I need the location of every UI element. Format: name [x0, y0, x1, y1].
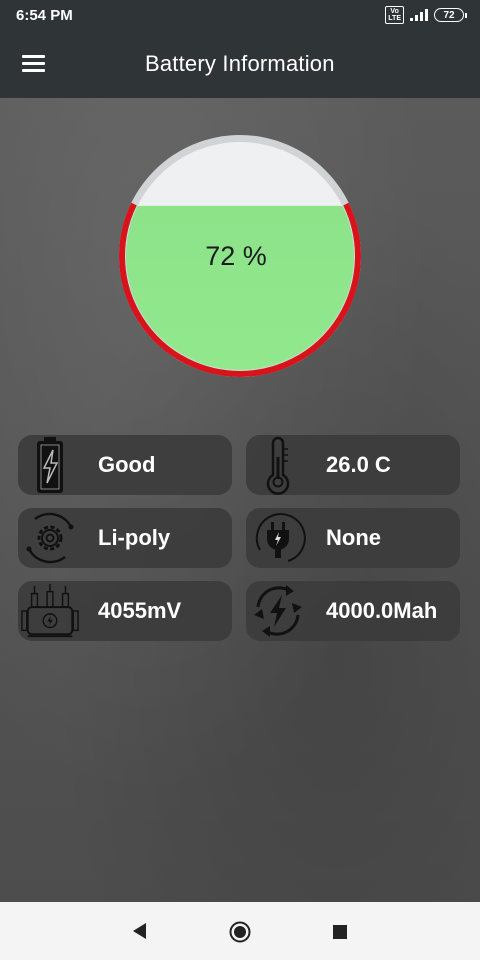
gauge-percent-label: 72 % — [205, 241, 267, 271]
status-time: 6:54 PM — [16, 6, 73, 24]
system-nav-bar — [0, 902, 480, 960]
app-bar: Battery Information — [0, 30, 480, 98]
transformer-icon — [20, 581, 80, 641]
temperature-card: 26.0 C — [246, 435, 460, 495]
back-triangle-icon[interactable] — [131, 921, 147, 941]
hamburger-menu-icon[interactable] — [22, 53, 46, 75]
gauge-fill-area — [126, 205, 354, 370]
thermometer-icon — [248, 435, 308, 495]
capacity-card: 4000.0Mah — [246, 581, 460, 641]
technology-card: Li-poly — [18, 508, 232, 568]
recents-square-icon[interactable] — [332, 924, 348, 940]
capacity-value: 4000.0Mah — [326, 598, 438, 623]
battery-bolt-icon — [20, 435, 80, 495]
charge-cycle-icon — [248, 581, 308, 641]
volte-icon: Vo LTE — [385, 6, 404, 24]
page-title: Battery Information — [145, 51, 335, 76]
battery-status-icon: 72 — [434, 8, 467, 22]
battery-status-level: 72 — [443, 9, 455, 21]
temperature-value: 26.0 C — [326, 452, 391, 477]
technology-value: Li-poly — [98, 525, 171, 550]
voltage-card: 4055mV — [18, 581, 232, 641]
status-icons: Vo LTE 72 — [385, 6, 467, 24]
power-plug-icon — [248, 508, 308, 568]
status-bar: 6:54 PM Vo LTE 72 — [0, 0, 480, 30]
plug-card: None — [246, 508, 460, 568]
home-circle-icon[interactable] — [229, 921, 251, 943]
health-value: Good — [98, 452, 156, 477]
gear-cycle-icon — [20, 508, 80, 568]
plug-value: None — [326, 525, 381, 550]
signal-icon — [410, 9, 428, 21]
battery-level-gauge: 72 % — [119, 135, 361, 377]
health-card: Good — [18, 435, 232, 495]
voltage-value: 4055mV — [98, 598, 182, 623]
